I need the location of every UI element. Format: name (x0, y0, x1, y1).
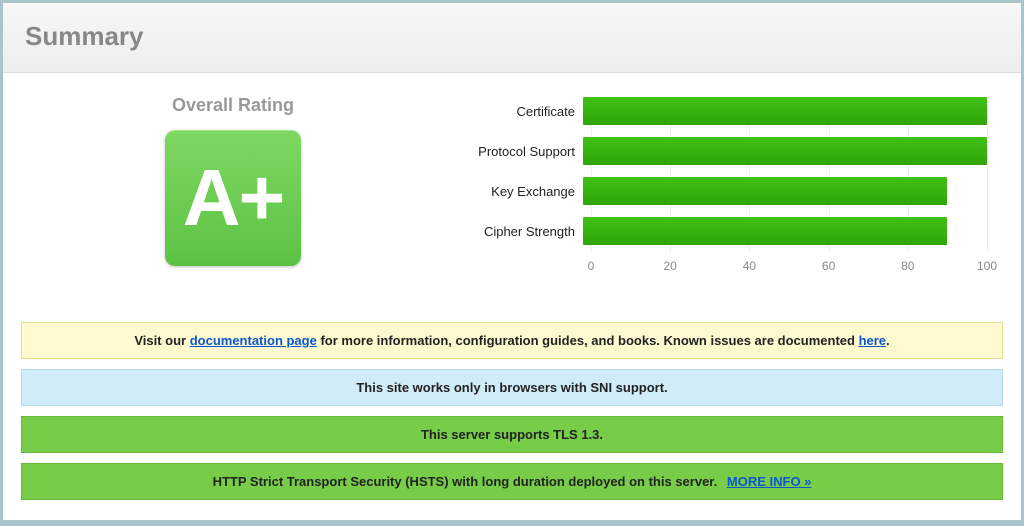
chart-bar (583, 217, 947, 245)
chart-bar (583, 137, 987, 165)
hsts-text: HTTP Strict Transport Security (HSTS) wi… (213, 474, 718, 489)
page-title: Summary (25, 21, 999, 52)
chart-row: Protocol Support (463, 137, 987, 165)
chart-tick: 0 (588, 259, 595, 273)
chart-tick: 80 (901, 259, 914, 273)
chart-tick: 40 (743, 259, 756, 273)
chart-row-label: Key Exchange (463, 184, 583, 199)
chart-tick: 100 (977, 259, 997, 273)
hsts-banner: HTTP Strict Transport Security (HSTS) wi… (21, 463, 1003, 500)
chart-row: Cipher Strength (463, 217, 987, 245)
chart-tick: 20 (664, 259, 677, 273)
summary-header: Summary (3, 3, 1021, 73)
chart-row: Certificate (463, 97, 987, 125)
chart-row-label: Protocol Support (463, 144, 583, 159)
score-chart: Certificate Protocol Support Key Exchange C… (463, 89, 1021, 305)
chart-bar (583, 97, 987, 125)
sni-banner: This site works only in browsers with SN… (21, 369, 1003, 406)
doc-banner-mid: for more information, configuration guid… (317, 333, 859, 348)
chart-bar (583, 177, 947, 205)
chart-row: Key Exchange (463, 177, 987, 205)
known-issues-link[interactable]: here (859, 333, 886, 348)
chart-row-label: Certificate (463, 104, 583, 119)
tls-banner: This server supports TLS 1.3. (21, 416, 1003, 453)
documentation-link[interactable]: documentation page (190, 333, 317, 348)
chart-row-label: Cipher Strength (463, 224, 583, 239)
doc-banner-prefix: Visit our (134, 333, 189, 348)
hsts-more-info-link[interactable]: MORE INFO » (727, 474, 812, 489)
rating-column: Overall Rating A+ (3, 89, 463, 305)
documentation-banner: Visit our documentation page for more in… (21, 322, 1003, 359)
chart-tick: 60 (822, 259, 835, 273)
doc-banner-suffix: . (886, 333, 890, 348)
overall-rating-label: Overall Rating (3, 95, 463, 116)
rating-badge: A+ (165, 130, 301, 266)
